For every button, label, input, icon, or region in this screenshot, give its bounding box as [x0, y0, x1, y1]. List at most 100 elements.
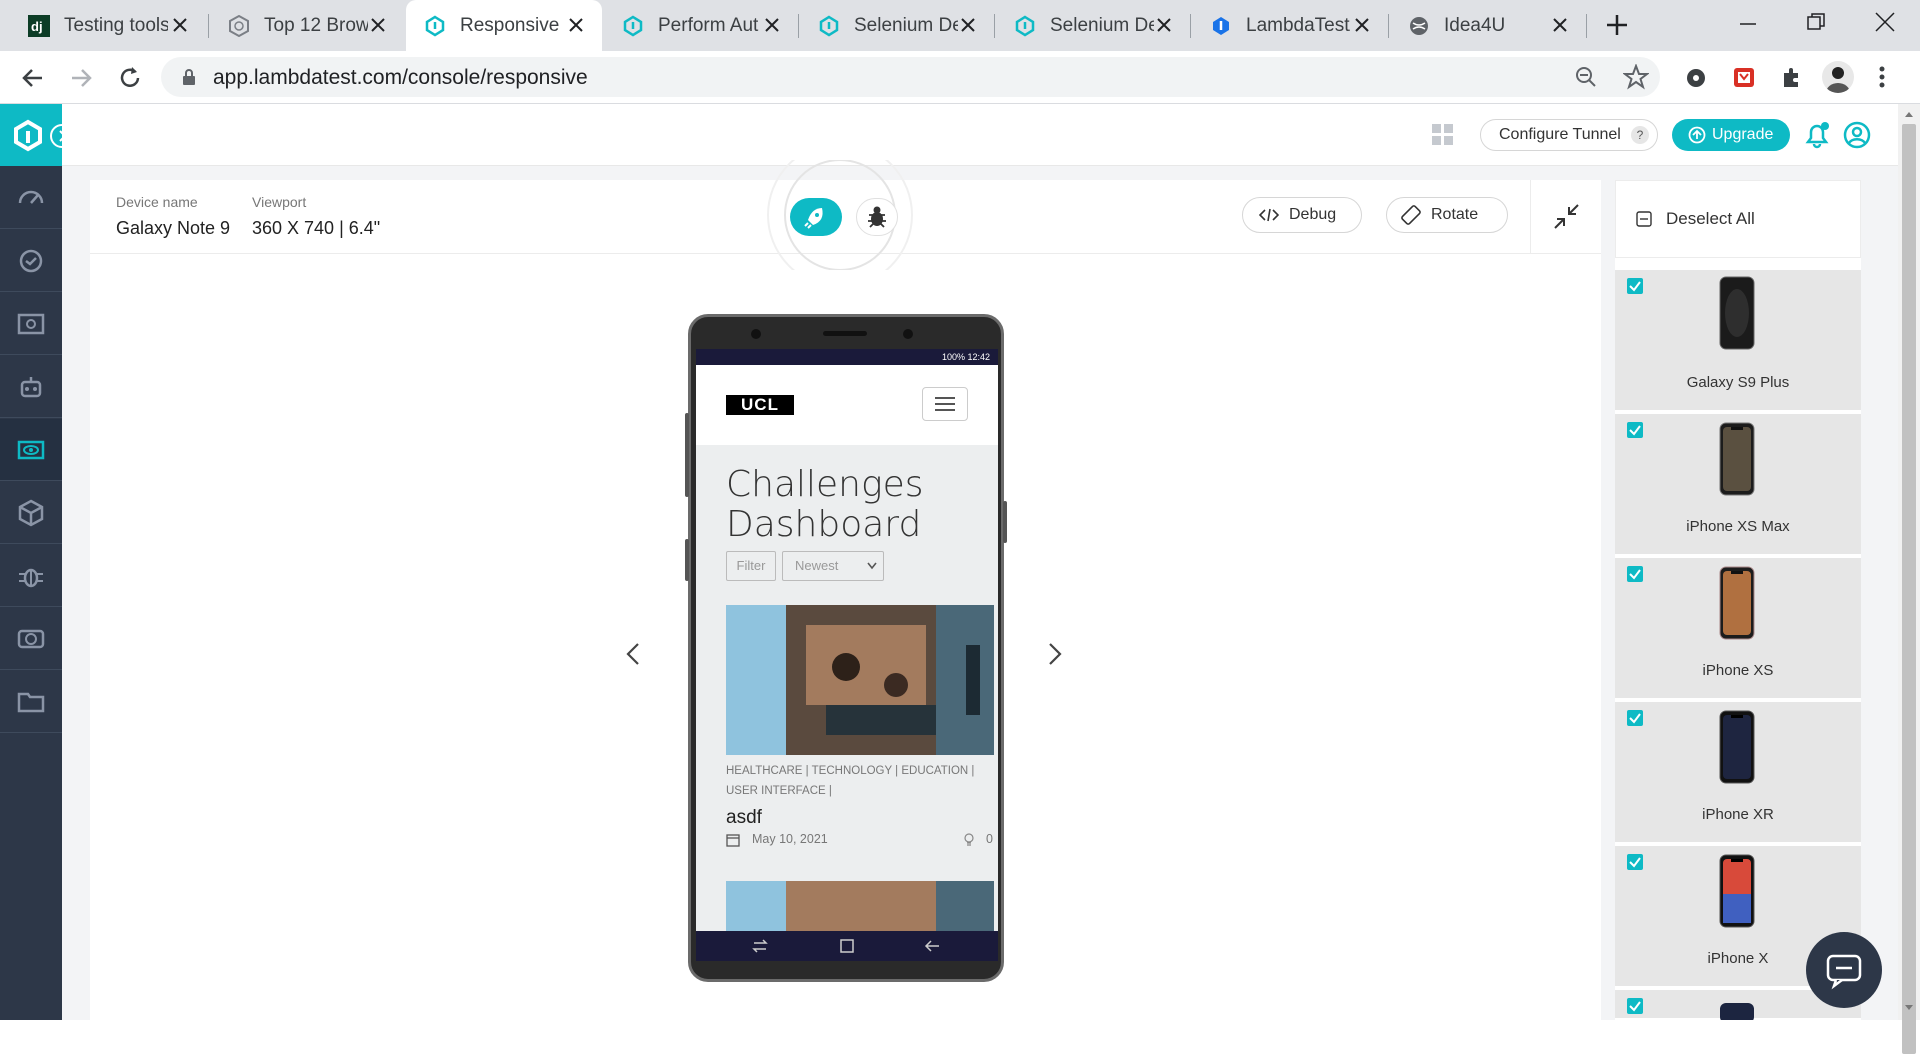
- chat-icon: [1826, 954, 1862, 990]
- challenge-title[interactable]: asdf: [726, 807, 762, 829]
- home-icon[interactable]: [840, 939, 854, 953]
- url-text[interactable]: app.lambdatest.com/console/responsive: [213, 66, 588, 90]
- sort-select[interactable]: Newest: [782, 551, 884, 581]
- back-icon[interactable]: [924, 939, 940, 953]
- chevron-down-icon: [867, 562, 877, 570]
- close-tab-icon[interactable]: [1152, 13, 1176, 37]
- checkbox-checked-icon[interactable]: [1627, 422, 1643, 438]
- rotate-button[interactable]: Rotate: [1386, 197, 1508, 233]
- tab-title: Top 12 Brow: [264, 14, 368, 36]
- debug-mode-button[interactable]: [856, 198, 898, 236]
- ucl-logo[interactable]: UCL: [726, 395, 794, 415]
- responsive-preview-panel: Device name Galaxy Note 9 Viewport 360 X…: [90, 142, 1601, 1020]
- minimize-window-icon[interactable]: [1738, 14, 1758, 34]
- browser-tab-strip: dj Testing tools Top 12 Brow Responsive …: [0, 0, 1920, 51]
- hamburger-menu-icon[interactable]: [922, 387, 968, 421]
- configure-tunnel-label: Configure Tunnel: [1499, 126, 1621, 143]
- device-card[interactable]: Galaxy S9 Plus: [1615, 270, 1861, 412]
- browser-tab[interactable]: Idea4U: [1390, 0, 1586, 51]
- lightbulb-icon: [964, 833, 974, 852]
- close-tab-icon[interactable]: [956, 13, 980, 37]
- recent-apps-icon[interactable]: [752, 939, 768, 953]
- tag[interactable]: USER INTERFACE: [726, 785, 826, 797]
- realtime-testing-icon[interactable]: [0, 230, 62, 292]
- dashboard-icon[interactable]: [0, 167, 62, 229]
- upgrade-button[interactable]: Upgrade: [1672, 119, 1790, 151]
- close-tab-icon[interactable]: [760, 13, 784, 37]
- browser-tab[interactable]: LambdaTest/: [1192, 0, 1388, 51]
- help-icon[interactable]: ?: [1631, 126, 1649, 144]
- scroll-up-icon[interactable]: [1904, 110, 1914, 118]
- page-scrollbar[interactable]: [1898, 104, 1920, 1054]
- new-tab-icon[interactable]: [1604, 12, 1630, 38]
- debug-button[interactable]: Debug: [1242, 197, 1362, 233]
- zoom-out-icon[interactable]: [1574, 65, 1598, 94]
- tag[interactable]: HEALTHCARE: [726, 765, 802, 777]
- checkbox-checked-icon[interactable]: [1627, 854, 1643, 870]
- tag[interactable]: EDUCATION: [901, 765, 968, 777]
- bug-icon[interactable]: [0, 545, 62, 607]
- tag[interactable]: TECHNOLOGY: [812, 765, 892, 777]
- close-tab-icon[interactable]: [168, 13, 192, 37]
- close-tab-icon[interactable]: [1548, 13, 1572, 37]
- browser-tab[interactable]: dj Testing tools: [10, 0, 206, 51]
- puzzle-icon[interactable]: [1780, 65, 1804, 94]
- checkbox-checked-icon[interactable]: [1627, 998, 1643, 1014]
- address-bar[interactable]: app.lambdatest.com/console/responsive: [161, 57, 1660, 97]
- scrollbar-thumb[interactable]: [1902, 124, 1916, 1054]
- previous-device-arrow-icon[interactable]: [624, 640, 642, 673]
- checkbox-checked-icon[interactable]: [1627, 710, 1643, 726]
- lock-icon[interactable]: [181, 68, 197, 91]
- collapse-icon[interactable]: [1552, 202, 1582, 237]
- device-image: [1720, 1003, 1754, 1020]
- close-tab-icon[interactable]: [366, 13, 390, 37]
- user-profile-icon[interactable]: [1842, 120, 1872, 155]
- visual-testing-icon[interactable]: [0, 293, 62, 355]
- viewport-label: Viewport: [252, 194, 307, 210]
- notification-bell-icon[interactable]: [1802, 120, 1832, 155]
- extension-icon[interactable]: [1684, 66, 1708, 95]
- responsive-testing-icon[interactable]: [0, 419, 62, 481]
- device-card[interactable]: iPhone XR: [1615, 702, 1861, 844]
- more-menu-icon[interactable]: [1878, 64, 1886, 95]
- compare-icon[interactable]: [0, 608, 62, 670]
- reload-icon[interactable]: [116, 64, 144, 97]
- browser-tab[interactable]: Selenium De: [800, 0, 994, 51]
- rocket-mode-button[interactable]: [790, 198, 842, 236]
- browser-tab[interactable]: Perform Aut: [604, 0, 798, 51]
- left-sidebar: [0, 104, 74, 1020]
- apps-grid-icon[interactable]: [1432, 124, 1454, 151]
- close-window-icon[interactable]: [1874, 11, 1896, 33]
- device-card[interactable]: iPhone XS: [1615, 558, 1861, 700]
- challenge-image[interactable]: [726, 605, 994, 755]
- checkbox-checked-icon[interactable]: [1627, 566, 1643, 582]
- folder-icon[interactable]: [0, 671, 62, 733]
- back-arrow-icon[interactable]: [20, 65, 46, 96]
- app-testing-box-icon[interactable]: [0, 482, 62, 544]
- sort-select-value: Newest: [795, 558, 839, 573]
- browser-tab-active[interactable]: Responsive T: [406, 0, 602, 51]
- checkbox-checked-icon[interactable]: [1627, 278, 1643, 294]
- extension-icon[interactable]: [1732, 65, 1756, 94]
- close-tab-icon[interactable]: [564, 13, 588, 37]
- android-nav-bar: [696, 931, 998, 961]
- upgrade-label: Upgrade: [1712, 126, 1774, 143]
- challenge-image[interactable]: [726, 881, 994, 931]
- chat-support-button[interactable]: [1806, 932, 1882, 1008]
- browser-tab[interactable]: Selenium De: [996, 0, 1190, 51]
- profile-avatar[interactable]: [1822, 61, 1854, 93]
- restore-window-icon[interactable]: [1806, 12, 1826, 32]
- galaxy-s9-image: [1719, 276, 1755, 350]
- deselect-all-button[interactable]: Deselect All: [1615, 180, 1861, 258]
- filter-button[interactable]: Filter: [726, 551, 776, 581]
- next-device-arrow-icon[interactable]: [1046, 640, 1064, 673]
- configure-tunnel-button[interactable]: Configure Tunnel ?: [1480, 119, 1658, 151]
- site-header: UCL: [696, 365, 998, 445]
- automation-robot-icon[interactable]: [0, 356, 62, 418]
- device-card[interactable]: iPhone XS Max: [1615, 414, 1861, 556]
- scroll-down-icon[interactable]: [1904, 1004, 1914, 1012]
- close-tab-icon[interactable]: [1350, 13, 1374, 37]
- browser-tab[interactable]: Top 12 Brow: [210, 0, 404, 51]
- bookmark-star-icon[interactable]: [1622, 63, 1650, 95]
- forward-arrow-icon[interactable]: [68, 65, 94, 96]
